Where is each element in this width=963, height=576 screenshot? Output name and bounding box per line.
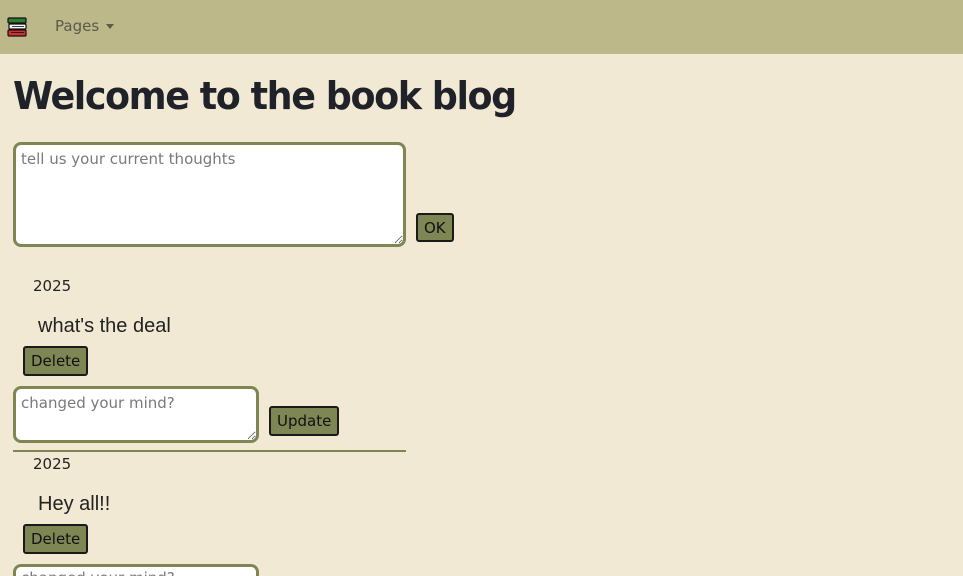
pages-dropdown[interactable]: Pages xyxy=(55,17,115,35)
update-post-input[interactable] xyxy=(13,386,259,443)
post-year: 2025 xyxy=(33,277,72,295)
post-text: what's the deal xyxy=(38,315,171,337)
delete-button[interactable]: Delete xyxy=(23,346,89,376)
update-button[interactable]: Update xyxy=(269,406,340,436)
stacked-books-icon[interactable] xyxy=(6,16,28,38)
delete-button[interactable]: Delete xyxy=(23,524,89,554)
post-divider xyxy=(13,450,406,452)
pages-dropdown-label: Pages xyxy=(55,17,100,35)
ok-button[interactable]: OK xyxy=(416,213,454,242)
update-post-input[interactable] xyxy=(13,564,259,576)
post-year: 2025 xyxy=(33,455,72,473)
page-title: Welcome to the book blog xyxy=(13,74,517,118)
caret-down-icon xyxy=(106,23,115,29)
navbar: Pages xyxy=(0,0,963,54)
new-post-input[interactable] xyxy=(13,142,406,247)
post-text: Hey all!! xyxy=(38,493,111,515)
